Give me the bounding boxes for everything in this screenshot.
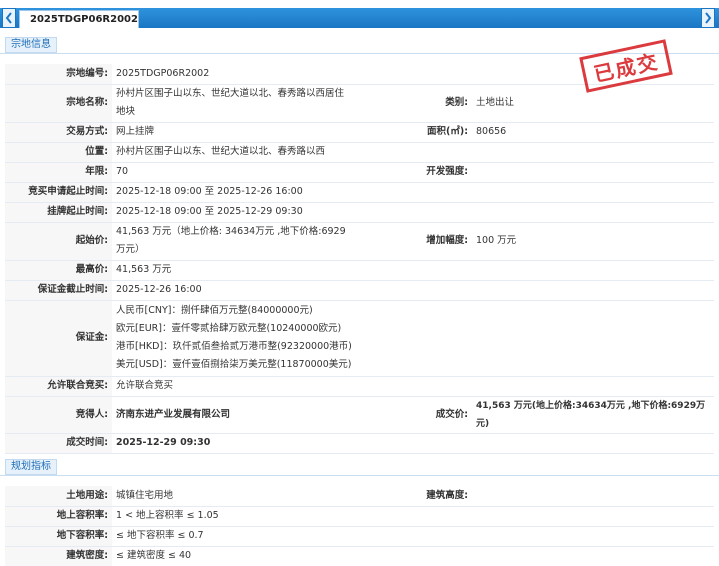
field-label: 最高价: (5, 260, 112, 281)
trade-method: 网上挂牌 (112, 122, 357, 143)
joint-bidding: 允许联合竞买 (112, 376, 714, 397)
field-label: 宗地名称: (5, 84, 112, 123)
deal-time: 2025-12-29 09:30 (112, 433, 357, 454)
bid-increment: 100 万元 (472, 222, 714, 261)
start-price: 41,563 万元（地上价格: 34634万元 ,地下价格:6929万元） (112, 222, 357, 261)
deposit-amounts: 人民币[CNY]：捌仟肆佰万元整(84000000元) 欧元[EUR]：壹仟零贰… (112, 300, 357, 377)
tab-land-parcel[interactable]: 2025TDGP06R2002 (19, 10, 139, 28)
field-label: 允许联合竞买: (5, 376, 112, 397)
prev-tab-button[interactable] (2, 8, 16, 28)
table-row: 成交时间: 2025-12-29 09:30 (5, 433, 714, 454)
table-row: 宗地名称: 孙村片区围子山以东、世纪大道以北、春秀路以西居住地块 类别: 土地出… (5, 84, 714, 123)
section-title: 宗地信息 (5, 37, 57, 53)
table-row: 保证金: 人民币[CNY]：捌仟肆佰万元整(84000000元) 欧元[EUR]… (5, 300, 714, 377)
listing-period: 2025-12-18 09:00 至 2025-12-29 09:30 (112, 202, 714, 223)
deposit-line: 美元[USD]：壹仟壹佰捌拾柒万美元整(11870000美元) (116, 359, 352, 370)
tab-bar: 2025TDGP06R2002 (0, 8, 719, 28)
table-row: 地上容积率: 1 < 地上容积率 ≤ 1.05 (5, 506, 714, 527)
field-label: 地上容积率: (5, 506, 112, 527)
table-row: 挂牌起止时间: 2025-12-18 09:00 至 2025-12-29 09… (5, 202, 714, 223)
table-row: 竞买申请起止时间: 2025-12-18 09:00 至 2025-12-26 … (5, 182, 714, 203)
building-height (472, 486, 714, 507)
max-price: 41,563 万元 (112, 260, 714, 281)
table-row: 位置: 孙村片区围子山以东、世纪大道以北、春秀路以西 (5, 142, 714, 163)
field-label: 开发强度: (357, 162, 472, 183)
table-row: 最高价: 41,563 万元 (5, 260, 714, 281)
planning-table: 土地用途: 城镇住宅用地 建筑高度: 地上容积率: 1 < 地上容积率 ≤ 1.… (5, 486, 714, 566)
building-density: ≤ 建筑密度 ≤ 40 (112, 546, 357, 566)
field-label: 建筑高度: (357, 486, 472, 507)
field-label: 起始价: (5, 222, 112, 261)
land-use: 城镇住宅用地 (112, 486, 357, 507)
field-label: 建筑密度: (5, 546, 112, 566)
field-label: 土地用途: (5, 486, 112, 507)
far-below-ground: ≤ 地下容积率 ≤ 0.7 (112, 526, 357, 547)
apply-period: 2025-12-18 09:00 至 2025-12-26 16:00 (112, 182, 714, 203)
field-label: 挂牌起止时间: (5, 202, 112, 223)
chevron-left-icon (5, 12, 12, 24)
table-row: 起始价: 41,563 万元（地上价格: 34634万元 ,地下价格:6929万… (5, 222, 714, 261)
table-row: 交易方式: 网上挂牌 面积(㎡): 80656 (5, 122, 714, 143)
deposit-line: 欧元[EUR]：壹仟零贰拾肆万欧元整(10240000欧元) (116, 323, 342, 334)
field-label: 面积(㎡): (357, 122, 472, 143)
field-label: 竞得人: (5, 396, 112, 434)
next-tab-button[interactable] (701, 8, 715, 28)
winning-bidder: 济南东进产业发展有限公司 (112, 396, 357, 434)
table-row: 建筑密度: ≤ 建筑密度 ≤ 40 (5, 546, 714, 566)
field-label: 保证金: (5, 300, 112, 377)
field-label: 成交时间: (5, 433, 112, 454)
table-row: 保证金截止时间: 2025-12-26 16:00 (5, 280, 714, 301)
parcel-code: 2025TDGP06R2002 (112, 64, 357, 85)
chevron-right-icon (705, 12, 712, 24)
table-row: 允许联合竞买: 允许联合竞买 (5, 376, 714, 397)
field-label: 年限: (5, 162, 112, 183)
field-label: 交易方式: (5, 122, 112, 143)
parcel-name: 孙村片区围子山以东、世纪大道以北、春秀路以西居住地块 (112, 84, 357, 123)
field-label: 成交价: (357, 396, 472, 434)
table-row: 地下容积率: ≤ 地下容积率 ≤ 0.7 (5, 526, 714, 547)
field-label: 宗地编号: (5, 64, 112, 85)
table-row: 竞得人: 济南东进产业发展有限公司 成交价: 41,563 万元(地上价格:34… (5, 396, 714, 434)
parcel-area: 80656 (472, 122, 714, 143)
section-header-planning: 规划指标 (0, 458, 719, 476)
land-info-table: 宗地编号: 2025TDGP06R2002 宗地名称: 孙村片区围子山以东、世纪… (5, 64, 714, 454)
field-label: 增加幅度: (357, 222, 472, 261)
field-label: 位置: (5, 142, 112, 163)
deposit-line: 港币[HKD]：玖仟贰佰叁拾贰万港币整(92320000港币) (116, 341, 352, 352)
table-row: 土地用途: 城镇住宅用地 建筑高度: (5, 486, 714, 507)
field-label: 竞买申请起止时间: (5, 182, 112, 203)
field-label: 地下容积率: (5, 526, 112, 547)
land-term: 70 (112, 162, 357, 183)
dev-intensity (472, 162, 714, 183)
deposit-deadline: 2025-12-26 16:00 (112, 280, 714, 301)
far-above-ground: 1 < 地上容积率 ≤ 1.05 (112, 506, 357, 527)
field-label: 保证金截止时间: (5, 280, 112, 301)
deposit-line: 人民币[CNY]：捌仟肆佰万元整(84000000元) (116, 305, 313, 316)
table-row: 年限: 70 开发强度: (5, 162, 714, 183)
parcel-location: 孙村片区围子山以东、世纪大道以北、春秀路以西 (112, 142, 357, 163)
section-title: 规划指标 (5, 459, 57, 475)
deal-price: 41,563 万元(地上价格:34634万元 ,地下价格:6929万元) (472, 396, 714, 434)
field-label: 类别: (357, 84, 472, 123)
